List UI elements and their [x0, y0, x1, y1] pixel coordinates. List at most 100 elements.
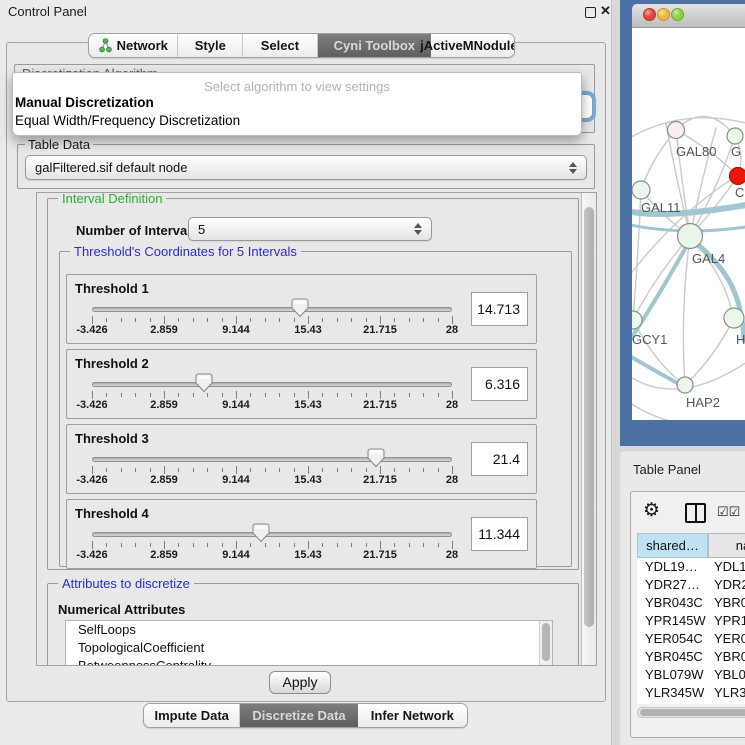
network-edge[interactable] [685, 318, 734, 385]
network-node[interactable] [632, 181, 650, 199]
traffic-light-minimize[interactable] [657, 8, 670, 21]
table-row[interactable]: YIL052CYIL0 [637, 702, 745, 704]
tab-cyni-toolbox[interactable]: Cyni Toolbox [318, 34, 431, 57]
node-label: GAL4 [692, 251, 725, 266]
table-body: YDL19…YDL1YDR27…YDR2YBR043CYBR0YPR145WYP… [637, 558, 745, 704]
table-cell: YER0 [708, 630, 745, 648]
table-data-combobox[interactable]: galFiltered.sif default node [25, 155, 587, 180]
tick-label: 2.859 [150, 324, 178, 336]
control-panel-titlebar: Control Panel ✕ [0, 0, 612, 22]
network-edge[interactable] [633, 320, 685, 385]
combobox-arrows-icon [414, 223, 422, 235]
tick-label: 21.715 [363, 549, 397, 561]
tick-label: 21.715 [363, 474, 397, 486]
table-cell: YBR045C [637, 648, 708, 666]
control-panel-tabs: Network Style Select Cyni Toolbox jActiv… [88, 33, 515, 58]
network-canvas[interactable]: GAL80GCGAL11GAL4GCY1HHAP2 [632, 28, 745, 420]
network-node[interactable] [727, 128, 743, 144]
network-edge[interactable] [641, 130, 676, 190]
slider-thumb[interactable] [195, 373, 213, 393]
attribute-list-item[interactable]: SelfLoops [66, 621, 552, 639]
table-cell: YBR0 [708, 594, 745, 612]
network-edge[interactable] [683, 236, 690, 385]
traffic-light-zoom[interactable] [671, 8, 684, 21]
slider-thumb[interactable] [291, 298, 309, 318]
tab-style[interactable]: Style [178, 34, 243, 57]
table-row[interactable]: YBR043CYBR0 [637, 594, 745, 612]
network-node[interactable] [677, 377, 693, 393]
tab-infer-network[interactable]: Infer Network [358, 704, 467, 727]
tab-label: Network [117, 38, 168, 53]
table-row[interactable]: YER054CYER0 [637, 630, 745, 648]
node-label: GCY1 [632, 332, 667, 347]
checkboxes-icon[interactable]: ☑☑ [717, 504, 740, 520]
slider-thumb[interactable] [252, 523, 270, 543]
tab-label: Infer Network [371, 708, 454, 723]
table-row[interactable]: YLR345WYLR3 [637, 684, 745, 702]
table-panel-title: Table Panel [633, 462, 701, 477]
threshold-1-label: Threshold 1 [75, 281, 149, 296]
tab-impute-data[interactable]: Impute Data [144, 704, 240, 727]
threshold-4-value-field[interactable]: 11.344 [471, 517, 528, 551]
tab-network[interactable]: Network [89, 34, 178, 57]
tick-label: 9.144 [222, 399, 250, 411]
gear-icon[interactable]: ⚙ [643, 499, 660, 522]
horizontal-scrollbar[interactable] [637, 707, 745, 718]
popup-item-manual-discretization[interactable]: Manual Discretization [13, 94, 581, 112]
network-node[interactable] [724, 308, 744, 328]
column-header-name[interactable]: na [708, 533, 745, 558]
network-edge[interactable] [632, 240, 690, 346]
combobox-value: galFiltered.sif default node [35, 160, 187, 175]
interval-definition-group: Interval Definition Number of Intervals … [47, 198, 579, 570]
tick-label: 2.859 [150, 399, 178, 411]
vertical-scrollbar[interactable] [581, 193, 596, 665]
threshold-2-slider-track[interactable] [92, 382, 452, 387]
tick-marks [92, 316, 453, 325]
column-header-shared-name[interactable]: shared… [637, 533, 708, 558]
table-row[interactable]: YDL19…YDL1 [637, 558, 745, 576]
column-layout-icon[interactable] [685, 503, 706, 523]
network-node[interactable] [678, 224, 703, 249]
threshold-3-slider-track[interactable] [92, 457, 452, 462]
tick-label: 2.859 [150, 549, 178, 561]
network-node[interactable] [668, 122, 685, 139]
tick-label: 2.859 [150, 474, 178, 486]
network-edge[interactable] [633, 236, 690, 320]
threshold-1-value-field[interactable]: 14.713 [471, 292, 528, 326]
close-icon[interactable]: ✕ [600, 3, 611, 19]
tab-label: Impute Data [155, 708, 229, 723]
threshold-2-value-field[interactable]: 6.316 [471, 367, 528, 401]
table-cell: YDR27… [637, 576, 708, 594]
tick-label: 9.144 [222, 549, 250, 561]
tick-label: 15.43 [294, 474, 322, 486]
control-panel: Control Panel ✕ Network Style Select Cyn… [0, 0, 612, 745]
attribute-list-item[interactable]: BetweennessCentrality [66, 657, 552, 666]
table-row[interactable]: YDR27…YDR2 [637, 576, 745, 594]
float-window-icon[interactable] [585, 7, 596, 18]
list-scrollbar[interactable] [539, 621, 552, 666]
slider-thumb[interactable] [367, 448, 385, 468]
tab-discretize-data[interactable]: Discretize Data [240, 704, 357, 727]
table-cell: YPR1 [708, 612, 745, 630]
network-node[interactable] [730, 168, 745, 185]
tab-label: jActiveMNodules [420, 38, 515, 53]
tab-jactivemnodules[interactable]: jActiveMNodules [431, 34, 514, 57]
attribute-list-item[interactable]: TopologicalCoefficient [66, 639, 552, 657]
tick-label: 21.715 [363, 324, 397, 336]
node-label: G [731, 144, 741, 159]
tab-select[interactable]: Select [243, 34, 318, 57]
threshold-4-slider-track[interactable] [92, 532, 452, 537]
apply-button[interactable]: Apply [269, 671, 331, 694]
table-row[interactable]: YBR045CYBR0 [637, 648, 745, 666]
table-panel-inner: ⚙ ☑☑ shared… na YDL19…YDL1YDR27…YDR2YBR0… [630, 491, 745, 738]
threshold-1-slider-track[interactable] [92, 307, 452, 312]
table-cell: YBR043C [637, 594, 708, 612]
table-row[interactable]: YBL079WYBL0 [637, 666, 745, 684]
threshold-3-value-field[interactable]: 21.4 [471, 442, 528, 476]
threshold-3-panel: Threshold 3 21.4 -3.4262.8599.14415.4321… [66, 424, 537, 494]
table-row[interactable]: YPR145WYPR1 [637, 612, 745, 630]
popup-item-equal-width-frequency[interactable]: Equal Width/Frequency Discretization [13, 112, 581, 130]
traffic-light-close[interactable] [643, 8, 656, 21]
number-of-intervals-combobox[interactable]: 5 [188, 217, 432, 241]
numerical-attributes-list: SelfLoopsTopologicalCoefficientBetweenne… [65, 620, 553, 666]
